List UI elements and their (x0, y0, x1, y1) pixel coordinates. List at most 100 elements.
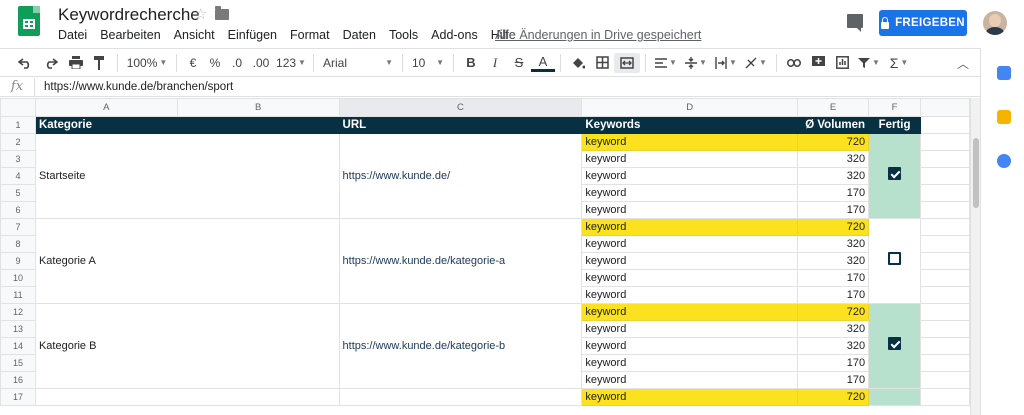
keyword-cell[interactable]: keyword (581, 354, 799, 372)
keyword-cell[interactable]: keyword (581, 133, 799, 151)
row-header[interactable]: 1 (0, 116, 36, 134)
currency-button[interactable]: € (182, 53, 204, 73)
keyword-cell[interactable]: keyword (581, 184, 799, 202)
borders-icon[interactable] (590, 53, 614, 73)
keyword-cell[interactable]: keyword (581, 320, 799, 338)
row-header[interactable]: 2 (0, 133, 36, 151)
kategorie-cell[interactable]: Kategorie B (34, 303, 340, 389)
comment-icon[interactable] (847, 14, 863, 32)
keyword-cell[interactable]: keyword (581, 218, 799, 236)
row-header[interactable]: 13 (0, 320, 36, 338)
menu-format[interactable]: Format (290, 28, 330, 42)
row-header[interactable]: 17 (0, 388, 36, 406)
insert-comment-icon[interactable] (806, 53, 830, 73)
print-icon[interactable] (64, 53, 88, 73)
keyword-cell[interactable]: keyword (581, 303, 799, 321)
increase-decimals-button[interactable]: .00 (248, 53, 274, 73)
url-cell[interactable] (338, 388, 583, 406)
menu-addons[interactable]: Add-ons (431, 28, 478, 42)
volume-cell[interactable]: 720 (797, 133, 870, 151)
column-header-d[interactable]: D (581, 98, 799, 117)
empty-cell[interactable] (920, 133, 970, 151)
volume-cell[interactable]: 320 (797, 150, 870, 168)
formula-input[interactable]: https://www.kunde.de/branchen/sport (35, 81, 233, 93)
vertical-scrollbar[interactable] (970, 98, 980, 415)
insert-chart-icon[interactable] (830, 53, 854, 73)
keyword-cell[interactable]: keyword (581, 286, 799, 304)
column-header-a[interactable]: A (34, 98, 178, 117)
keyword-cell[interactable]: keyword (581, 337, 799, 355)
checkbox-unchecked[interactable] (888, 252, 902, 265)
volume-cell[interactable]: 320 (797, 235, 870, 253)
insert-link-icon[interactable] (782, 53, 806, 73)
paint-format-icon[interactable] (88, 53, 112, 73)
volume-cell[interactable]: 170 (797, 201, 870, 219)
calendar-icon[interactable] (997, 66, 1011, 80)
row-header[interactable]: 8 (0, 235, 36, 253)
volume-cell[interactable]: 320 (797, 320, 870, 338)
sheets-logo-icon[interactable] (18, 6, 40, 36)
empty-cell[interactable] (920, 184, 970, 202)
volume-cell[interactable]: 720 (797, 218, 870, 236)
column-header-f[interactable]: F (868, 98, 922, 117)
volume-cell[interactable]: 320 (797, 252, 870, 270)
folder-icon[interactable] (215, 6, 229, 20)
empty-cell[interactable] (920, 150, 970, 168)
collapse-menu-icon[interactable]: ︿ (957, 55, 969, 72)
menu-daten[interactable]: Daten (343, 28, 376, 42)
font-size-select[interactable]: 10 ▼ (408, 53, 448, 73)
volume-cell[interactable]: 170 (797, 269, 870, 287)
font-family-select[interactable]: Arial ▼ (319, 53, 397, 73)
align-left-icon[interactable]: ▼ (651, 53, 681, 73)
merge-cells-icon[interactable] (614, 52, 640, 73)
header-cell-keywords[interactable]: Keywords (581, 116, 799, 134)
tasks-icon[interactable] (997, 154, 1011, 168)
column-header-b[interactable]: B (176, 98, 340, 117)
percent-button[interactable]: % (204, 53, 226, 73)
undo-icon[interactable] (12, 53, 38, 73)
volume-cell[interactable]: 320 (797, 337, 870, 355)
empty-cell[interactable] (920, 235, 970, 253)
volume-cell[interactable]: 170 (797, 286, 870, 304)
keyword-cell[interactable]: keyword (581, 269, 799, 287)
column-header-c[interactable]: C (338, 98, 583, 117)
empty-cell[interactable] (920, 320, 970, 338)
header-cell-url[interactable]: URL (338, 116, 583, 134)
redo-icon[interactable] (38, 53, 64, 73)
keyword-cell[interactable]: keyword (581, 150, 799, 168)
strikethrough-button[interactable]: S (507, 53, 531, 73)
row-header[interactable]: 11 (0, 286, 36, 304)
text-rotation-icon[interactable]: ▼ (741, 53, 771, 73)
empty-cell[interactable] (920, 201, 970, 219)
header-cell-kategorie[interactable]: Kategorie (34, 116, 340, 134)
url-cell[interactable]: https://www.kunde.de/kategorie-a (338, 218, 583, 304)
fertig-cell[interactable] (868, 218, 922, 304)
volume-cell[interactable]: 170 (797, 354, 870, 372)
menu-bearbeiten[interactable]: Bearbeiten (100, 28, 160, 42)
more-formats-select[interactable]: 123 ▼ (274, 53, 308, 73)
volume-cell[interactable]: 170 (797, 371, 870, 389)
empty-cell[interactable] (920, 269, 970, 287)
volume-cell[interactable]: 720 (797, 303, 870, 321)
column-header-e[interactable]: E (797, 98, 870, 117)
checkbox-checked[interactable] (888, 167, 902, 180)
kategorie-cell[interactable]: Startseite (34, 133, 340, 219)
empty-cell[interactable] (920, 116, 970, 134)
volume-cell[interactable]: 320 (797, 167, 870, 185)
row-header[interactable]: 4 (0, 167, 36, 185)
star-icon[interactable]: ☆ (194, 5, 207, 23)
save-status-link[interactable]: Alle Änderungen in Drive gespeichert (495, 28, 701, 42)
scrollbar-thumb[interactable] (973, 138, 979, 208)
zoom-select[interactable]: 100% ▼ (123, 53, 171, 73)
row-header[interactable]: 15 (0, 354, 36, 372)
row-header[interactable]: 16 (0, 371, 36, 389)
fertig-cell[interactable] (868, 133, 922, 219)
row-header[interactable]: 9 (0, 252, 36, 270)
url-cell[interactable]: https://www.kunde.de/kategorie-b (338, 303, 583, 389)
vertical-align-icon[interactable]: ▼ (681, 53, 711, 73)
menu-tools[interactable]: Tools (389, 28, 418, 42)
fertig-cell[interactable] (868, 303, 922, 389)
fill-color-icon[interactable] (566, 53, 590, 73)
checkbox-checked[interactable] (888, 337, 902, 350)
header-cell-volumen[interactable]: Ø Volumen (797, 116, 870, 134)
